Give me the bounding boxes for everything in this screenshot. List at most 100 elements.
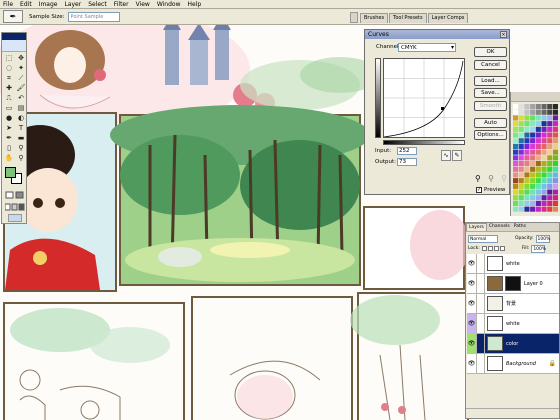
marquee-tool-icon[interactable]: ⬚ xyxy=(3,53,15,63)
swatch-cell[interactable] xyxy=(530,115,536,121)
swatch-cell[interactable] xyxy=(547,132,553,138)
swatch-cell[interactable] xyxy=(541,138,547,144)
lasso-tool-icon[interactable]: ◌ xyxy=(3,63,15,73)
layer-row[interactable]: 👁 Layer 0 xyxy=(467,273,559,294)
lock-position-icon[interactable] xyxy=(493,246,499,251)
menu-filter[interactable]: Filter xyxy=(114,1,129,8)
swatch-cell[interactable] xyxy=(547,206,553,212)
swatch-cell[interactable] xyxy=(524,109,530,115)
swatch-cell[interactable] xyxy=(547,104,553,110)
input-gradient-bar[interactable] xyxy=(383,140,465,145)
swatch-cell[interactable] xyxy=(547,149,553,155)
auto-button[interactable]: Auto xyxy=(474,118,507,128)
swatch-cell[interactable] xyxy=(535,115,541,121)
swatch-cell[interactable] xyxy=(530,132,536,138)
swatch-cell[interactable] xyxy=(513,206,519,212)
swatch-cell[interactable] xyxy=(524,183,530,189)
swatch-cell[interactable] xyxy=(513,155,519,161)
eye-icon[interactable]: 👁 xyxy=(467,293,477,314)
swatch-cell[interactable] xyxy=(541,115,547,121)
slice-tool-icon[interactable]: ⟋ xyxy=(15,73,27,83)
swatch-cell[interactable] xyxy=(541,166,547,172)
swatch-cell[interactable] xyxy=(547,172,553,178)
options-button[interactable]: Options... xyxy=(474,130,507,140)
swatch-cell[interactable] xyxy=(552,121,558,127)
swatch-cell[interactable] xyxy=(541,178,547,184)
swatch-cell[interactable] xyxy=(513,161,519,167)
menu-select[interactable]: Select xyxy=(88,1,107,8)
swatch-cell[interactable] xyxy=(518,166,524,172)
swatch-cell[interactable] xyxy=(513,138,519,144)
swatch-cell[interactable] xyxy=(541,200,547,206)
swatch-cell[interactable] xyxy=(513,104,519,110)
swatch-cell[interactable] xyxy=(541,161,547,167)
swatch-cell[interactable] xyxy=(518,149,524,155)
swatch-cell[interactable] xyxy=(541,143,547,149)
swatch-cell[interactable] xyxy=(535,155,541,161)
swatch-cell[interactable] xyxy=(535,195,541,201)
jump-to-imageready-icon[interactable] xyxy=(8,214,22,222)
swatch-cell[interactable] xyxy=(530,206,536,212)
swatch-cell[interactable] xyxy=(513,126,519,132)
swatch-cell[interactable] xyxy=(535,161,541,167)
layer-link-cell[interactable] xyxy=(477,313,485,334)
swatch-cell[interactable] xyxy=(524,161,530,167)
lock-all-icon[interactable] xyxy=(499,246,505,251)
swatch-cell[interactable] xyxy=(535,183,541,189)
swatch-cell[interactable] xyxy=(518,121,524,127)
menu-window[interactable]: Window xyxy=(157,1,181,8)
swatch-cell[interactable] xyxy=(518,178,524,184)
swatch-cell[interactable] xyxy=(518,126,524,132)
swatch-cell[interactable] xyxy=(552,200,558,206)
swatch-cell[interactable] xyxy=(518,172,524,178)
swatch-cell[interactable] xyxy=(524,126,530,132)
swatch-cell[interactable] xyxy=(547,178,553,184)
swatch-cell[interactable] xyxy=(541,172,547,178)
swatch-cell[interactable] xyxy=(518,132,524,138)
swatch-cell[interactable] xyxy=(552,115,558,121)
path-selection-tool-icon[interactable]: ➤ xyxy=(3,123,15,133)
swatch-cell[interactable] xyxy=(530,189,536,195)
swatch-cell[interactable] xyxy=(513,109,519,115)
swatch-cell[interactable] xyxy=(513,200,519,206)
swatch-cell[interactable] xyxy=(552,183,558,189)
swatch-cell[interactable] xyxy=(524,155,530,161)
swatch-cell[interactable] xyxy=(518,115,524,121)
swatch-cell[interactable] xyxy=(535,143,541,149)
quick-mask-mode-icon[interactable] xyxy=(5,191,25,199)
swatch-cell[interactable] xyxy=(541,206,547,212)
swatch-cell[interactable] xyxy=(552,138,558,144)
swatch-cell[interactable] xyxy=(530,109,536,115)
pen-tool-icon[interactable]: ✒ xyxy=(3,133,15,143)
swatch-cell[interactable] xyxy=(547,166,553,172)
layer-link-cell[interactable] xyxy=(477,293,485,314)
swatch-grid[interactable] xyxy=(513,104,559,214)
swatch-cell[interactable] xyxy=(541,121,547,127)
toolbox-titlebar[interactable] xyxy=(2,33,26,40)
swatch-cell[interactable] xyxy=(535,206,541,212)
swatch-cell[interactable] xyxy=(518,138,524,144)
layer-row[interactable]: 👁 white xyxy=(467,253,559,274)
blend-mode-select[interactable]: Normal xyxy=(468,234,498,243)
zoom-tool-icon[interactable]: ⚲ xyxy=(15,153,27,163)
swatch-cell[interactable] xyxy=(541,183,547,189)
tab-tool-presets[interactable]: Tool Presets xyxy=(389,13,427,23)
swatch-cell[interactable] xyxy=(541,189,547,195)
swatch-cell[interactable] xyxy=(524,104,530,110)
black-point-eyedropper-icon[interactable]: ⚲ xyxy=(475,174,481,183)
eye-icon[interactable]: 👁 xyxy=(467,333,477,354)
swatch-cell[interactable] xyxy=(535,166,541,172)
gray-point-eyedropper-icon[interactable]: ⚲ xyxy=(488,174,494,183)
swatch-cell[interactable] xyxy=(547,109,553,115)
magic-wand-tool-icon[interactable]: ✦ xyxy=(15,63,27,73)
layer-row-selected[interactable]: 👁 color xyxy=(467,333,559,354)
menu-view[interactable]: View xyxy=(136,1,150,8)
swatch-cell[interactable] xyxy=(530,121,536,127)
swatch-cell[interactable] xyxy=(524,200,530,206)
crop-tool-icon[interactable]: ⌗ xyxy=(3,73,15,83)
swatch-cell[interactable] xyxy=(552,178,558,184)
swatch-cell[interactable] xyxy=(552,155,558,161)
tab-paths[interactable]: Paths xyxy=(512,223,528,231)
hand-tool-icon[interactable]: ✋ xyxy=(3,153,15,163)
swatch-cell[interactable] xyxy=(518,104,524,110)
